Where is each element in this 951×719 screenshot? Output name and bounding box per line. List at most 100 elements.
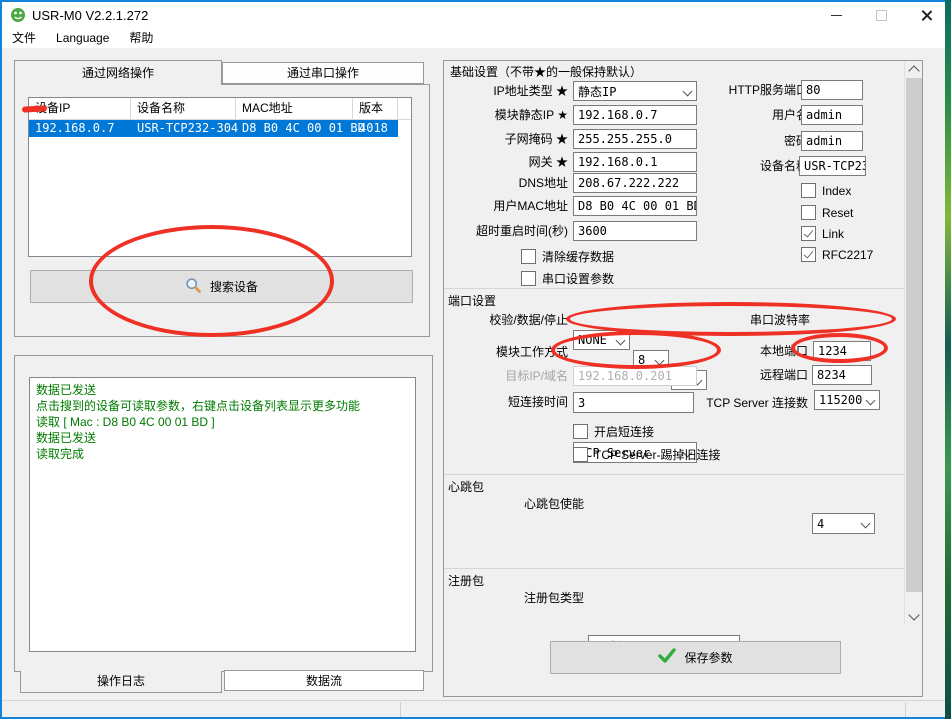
log-line: 点击搜到的设备可读取参数，右键点击设备列表显示更多功能	[36, 399, 361, 413]
target-ip-label: 目标IP/域名	[505, 369, 568, 383]
port-settings-title: 端口设置	[448, 294, 497, 308]
heartbeat-enable-label: 心跳包使能	[523, 497, 584, 511]
field-label-username: 用户名	[771, 108, 808, 122]
device-name-cell: USR-TCP232-304	[137, 121, 239, 135]
clear-cache-label: 清除缓存数据	[542, 250, 615, 264]
minimize-button[interactable]	[814, 2, 859, 28]
menu-language[interactable]: Language	[46, 28, 119, 48]
tab-data-stream[interactable]: 数据流	[224, 670, 424, 691]
field-label-http-port: HTTP服务端口	[728, 83, 808, 97]
rfc2217-checkbox[interactable]	[801, 247, 816, 262]
log-area[interactable]: 数据已发送 点击搜到的设备可读取参数，右键点击设备列表显示更多功能 读取 [ M…	[29, 377, 416, 652]
menu-help[interactable]: 帮助	[119, 28, 163, 48]
statusbar-separator	[400, 702, 401, 717]
shorttime-label: 短连接时间	[507, 395, 568, 409]
save-params-button[interactable]: 保存参数	[550, 641, 841, 674]
scroll-down-icon[interactable]	[908, 609, 920, 621]
user-mac-input[interactable]: D8 B0 4C 00 01 BD	[573, 196, 697, 216]
reset-checkbox[interactable]	[801, 205, 816, 220]
password-input[interactable]: admin	[801, 131, 863, 151]
reset-checkbox-row[interactable]: Reset	[801, 205, 853, 220]
index-checkbox[interactable]	[801, 183, 816, 198]
timeout-restart-input[interactable]: 3600	[573, 221, 697, 241]
parity-label: 校验/数据/停止	[489, 313, 568, 327]
remoteport-input[interactable]: 8234	[812, 365, 872, 385]
app-window: USR-M0 V2.2.1.272 文件 Language 帮助 通过网络操作 …	[0, 0, 951, 719]
baud-label: 串口波特率	[749, 313, 810, 327]
clear-cache-checkbox[interactable]	[521, 249, 536, 264]
kick-old-connection-checkbox[interactable]	[573, 447, 588, 462]
table-row[interactable]: 192.168.0.7 USR-TCP232-304 D8 B0 4C 00 0…	[29, 120, 398, 137]
parity-dropdown[interactable]: NONE	[573, 330, 630, 350]
base-settings-title: 基础设置（不带★的一般保持默认）	[450, 65, 643, 79]
tab-operation-log[interactable]: 操作日志	[20, 671, 222, 693]
save-icon	[658, 648, 677, 667]
username-input[interactable]: admin	[801, 105, 863, 125]
field-label-dns: DNS地址	[518, 176, 568, 190]
register-section-divider	[444, 568, 922, 569]
serial-setparam-checkbox[interactable]	[521, 271, 536, 286]
maxconn-value: 4	[817, 516, 825, 531]
reset-label: Reset	[822, 205, 854, 220]
baud-value: 115200	[819, 393, 863, 407]
field-label-timeout-restart: 超时重启时间(秒)	[476, 224, 568, 238]
gateway-input[interactable]: 192.168.0.1	[573, 152, 697, 172]
log-line: 数据已发送	[36, 383, 97, 397]
short-connection-checkbox-row[interactable]: 开启短连接	[573, 423, 654, 440]
device-mac-cell: D8 B0 4C 00 01 BD	[242, 121, 365, 135]
dns-input[interactable]: 208.67.222.222	[573, 173, 697, 193]
close-button[interactable]	[904, 2, 949, 28]
short-connection-checkbox[interactable]	[573, 424, 588, 439]
kick-old-connection-checkbox-row[interactable]: TCP Server-踢掉旧连接	[573, 446, 720, 463]
tab-serial-operation[interactable]: 通过串口操作	[222, 62, 424, 84]
search-device-button[interactable]: 搜索设备	[30, 270, 413, 303]
kick-old-connection-label: TCP Server-踢掉旧连接	[594, 448, 721, 462]
rfc2217-label: RFC2217	[822, 247, 874, 262]
serial-setparam-label: 串口设置参数	[542, 272, 615, 286]
clear-cache-checkbox-row[interactable]: 清除缓存数据	[521, 248, 614, 265]
serial-setparam-checkbox-row[interactable]: 串口设置参数	[521, 270, 614, 287]
close-icon	[920, 9, 933, 22]
device-ip-cell: 192.168.0.7	[35, 121, 115, 135]
chevron-down-icon	[860, 518, 871, 529]
baud-dropdown[interactable]: 115200	[814, 390, 880, 410]
static-ip-input[interactable]: 192.168.0.7	[573, 105, 697, 125]
statusbar	[2, 700, 945, 717]
link-checkbox-row[interactable]: Link	[801, 226, 844, 241]
index-checkbox-row[interactable]: Index	[801, 183, 851, 198]
tab-network-operation[interactable]: 通过网络操作	[14, 60, 222, 85]
column-header-version[interactable]: 版本	[353, 98, 398, 119]
settings-scrollbar[interactable]	[904, 61, 922, 625]
field-label-ip-type: IP地址类型 ★	[493, 84, 568, 98]
device-name-input[interactable]: USR-TCP23	[799, 156, 866, 176]
scrollbar-thumb[interactable]	[906, 78, 922, 592]
field-label-gateway: 网关 ★	[528, 155, 568, 169]
link-checkbox[interactable]	[801, 226, 816, 241]
chevron-down-icon	[654, 355, 665, 366]
column-header-ip[interactable]: 设备IP	[29, 98, 131, 119]
databits-value: 8	[638, 353, 646, 367]
search-button-label: 搜索设备	[209, 280, 258, 294]
rfc2217-checkbox-row[interactable]: RFC2217	[801, 247, 873, 262]
ip-type-dropdown[interactable]: 静态IP	[573, 81, 697, 101]
menubar: 文件 Language 帮助	[2, 28, 945, 48]
heartbeat-section-divider	[444, 474, 922, 475]
http-port-input[interactable]: 80	[801, 80, 863, 100]
menu-file[interactable]: 文件	[2, 28, 46, 48]
maximize-button[interactable]	[859, 2, 904, 28]
scroll-up-icon[interactable]	[908, 65, 920, 77]
maxconn-label: TCP Server 连接数	[706, 396, 808, 410]
column-header-name[interactable]: 设备名称	[131, 98, 236, 119]
window-border-left	[0, 0, 2, 719]
save-button-label: 保存参数	[684, 651, 733, 665]
maxconn-dropdown[interactable]: 4	[812, 513, 875, 534]
parity-value: NONE	[578, 333, 607, 347]
subnet-mask-input[interactable]: 255.255.255.0	[573, 129, 697, 149]
short-connection-label: 开启短连接	[594, 425, 655, 439]
log-line: 读取 [ Mac : D8 B0 4C 00 01 BD ]	[36, 415, 215, 429]
localport-input[interactable]: 1234	[813, 341, 871, 361]
column-header-mac[interactable]: MAC地址	[236, 98, 353, 119]
heartbeat-title: 心跳包	[448, 480, 485, 494]
maximize-icon	[876, 9, 887, 21]
shorttime-input[interactable]: 3	[573, 392, 694, 413]
